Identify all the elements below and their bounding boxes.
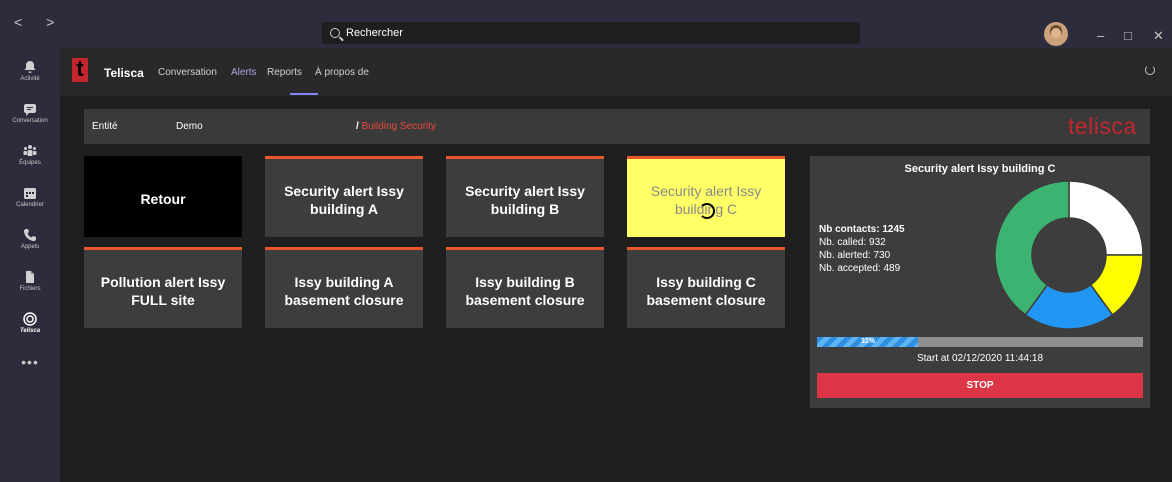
chat-icon [23,102,37,116]
tab-alerts[interactable]: Alerts [231,67,257,78]
rail-item-fichiers[interactable]: Fichiers [0,264,60,306]
alert-tile-closure-c[interactable]: Issy building C basement closure [627,247,785,328]
tab-conversation[interactable]: Conversation [158,67,217,78]
app-header: t Telisca Conversation Alerts Reports À … [60,48,1172,96]
progress-fill: 31% [817,337,919,347]
stat-accepted: Nb. accepted: 489 [819,263,901,274]
alert-tile-closure-b[interactable]: Issy building B basement closure [446,247,604,328]
stat-alerted: Nb. alerted: 730 [819,250,891,261]
tab-reports[interactable]: Reports [267,67,302,78]
start-time: Start at 02/12/2020 11:44:18 [916,353,1044,364]
rail-item-appels[interactable]: Appels [0,222,60,264]
search-placeholder: Rechercher [346,27,403,39]
rail-item-conversation[interactable]: Conversation [0,96,60,138]
app-name: Telisca [104,66,144,80]
rail-item-equipes[interactable]: Équipes [0,138,60,180]
entity-value[interactable]: Demo [176,121,203,132]
donut-segment-0 [1068,180,1144,256]
minimize-button[interactable]: – [1097,28,1104,43]
stats-list: Nb contacts: 1245 Nb. called: 932 Nb. al… [819,223,905,275]
rail-item-calendrier[interactable]: Calendrier [0,180,60,222]
maximize-button[interactable]: □ [1124,28,1132,43]
avatar[interactable] [1044,22,1068,46]
file-icon [23,270,37,284]
stop-button[interactable]: STOP [817,373,1143,398]
telisca-icon [23,312,37,326]
alert-tile-security-b[interactable]: Security alert Issy building B [446,156,604,237]
back-button[interactable]: Retour [84,156,242,237]
entity-label: Entité [92,121,118,132]
progress-percent: 31% [861,338,876,345]
alert-tile-security-c[interactable]: Security alert Issy building C [627,156,785,237]
progress-bar: 31% [817,337,1143,347]
telisca-logo: t [72,58,88,82]
teams-icon [23,144,37,158]
active-tab-indicator [290,93,318,95]
stat-called: Nb. called: 932 [819,237,886,248]
close-button[interactable]: ✕ [1153,28,1164,44]
alert-tile-closure-a[interactable]: Issy building A basement closure [265,247,423,328]
refresh-icon[interactable] [1145,65,1155,75]
search-icon [330,28,340,38]
progress-donut [994,180,1144,330]
calendar-icon [23,186,37,200]
bell-icon [23,60,37,74]
telisca-brand-logo: telisca [1068,113,1137,139]
stat-contacts: Nb contacts: 1245 [819,224,905,235]
loading-spinner-icon [699,203,715,219]
search-input[interactable]: Rechercher [322,22,860,44]
breadcrumb-path[interactable]: / Building Security [356,121,436,132]
rail-item-activite[interactable]: Activité [0,54,60,96]
phone-icon [23,228,37,242]
alert-status-panel: Security alert Issy building C Nb contac… [810,156,1150,408]
alert-tile-security-a[interactable]: Security alert Issy building A [265,156,423,237]
alert-tile-pollution[interactable]: Pollution alert Issy FULL site [84,247,242,328]
panel-title: Security alert Issy building C [904,163,1056,175]
more-apps-button[interactable]: ••• [0,354,60,370]
rail-item-telisca[interactable]: Telisca [0,306,60,348]
back-forward-nav[interactable]: < > [14,14,64,30]
tab-a-propos[interactable]: À propos de [315,67,369,78]
breadcrumb: Entité Demo / Building Security telisca [84,109,1150,144]
title-bar: < > Rechercher – □ ✕ [0,0,1172,48]
app-rail: Activité Conversation Équipes Calendrier… [0,48,60,482]
